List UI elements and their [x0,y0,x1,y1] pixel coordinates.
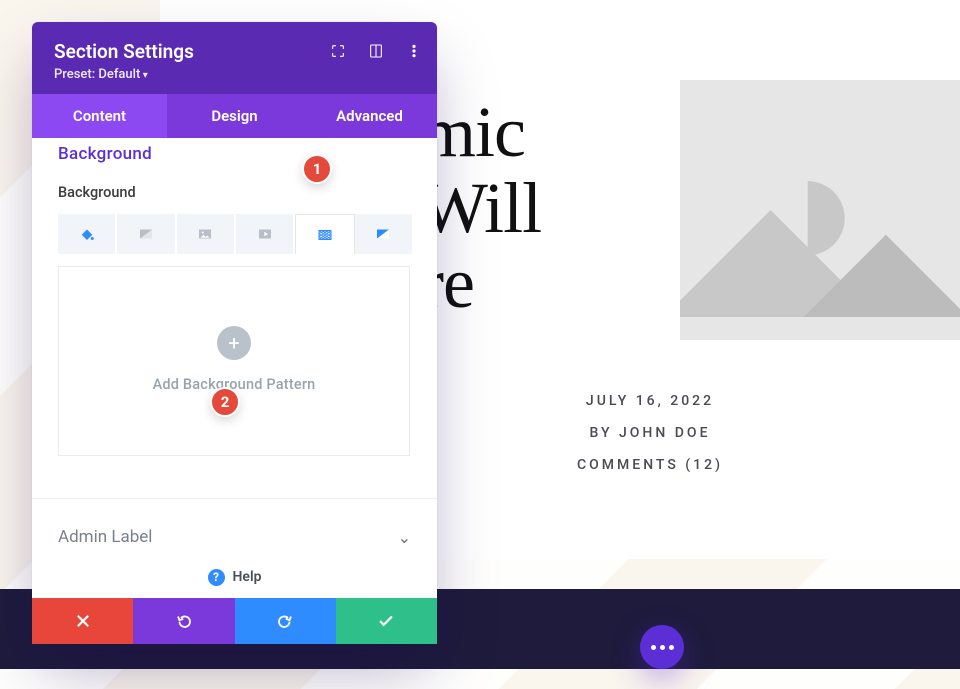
dot-icon [669,645,674,650]
add-background-pattern-button[interactable]: + [217,326,251,360]
background-type-tabs [58,214,412,254]
preset-dropdown[interactable]: Preset: Default [54,67,415,82]
bg-tab-mask[interactable] [355,214,412,254]
article-title-fragment: mic [420,95,541,171]
article-meta: JULY 16, 2022 BY JOHN DOE COMMENTS (12) [500,385,800,482]
meta-date: JULY 16, 2022 [500,385,800,417]
bg-tab-gradient[interactable] [117,214,176,254]
tab-advanced[interactable]: Advanced [302,94,437,138]
annotation-badge-1: 1 [302,154,332,184]
dot-icon [651,645,656,650]
panel-header[interactable]: Section Settings Preset: Default [32,22,437,94]
panel-body: Background Background [32,138,437,598]
help-row[interactable]: ? Help [32,556,437,598]
bg-tab-pattern[interactable] [295,214,354,254]
bg-tab-image[interactable] [177,214,236,254]
panel-tabs: Content Design Advanced [32,94,437,138]
accordion-background-header[interactable]: Background [58,144,152,164]
background-pattern-dropzone: + Add Background Pattern [58,266,410,456]
panel-action-bar [32,598,437,644]
admin-label-text: Admin Label [58,527,152,547]
tab-design[interactable]: Design [167,94,302,138]
article-title-fragment: Will [420,171,541,247]
confirm-button[interactable] [336,598,437,644]
bg-tab-video[interactable] [236,214,295,254]
tab-content[interactable]: Content [32,94,167,138]
meta-comments: COMMENTS (12) [500,449,800,481]
bg-tab-color[interactable] [58,214,117,254]
article-title-fragment: re [420,246,541,322]
help-icon: ? [208,569,225,586]
help-label: Help [233,569,262,585]
expand-icon[interactable] [329,42,347,60]
background-field-label: Background [58,184,136,201]
meta-author: BY JOHN DOE [500,417,800,449]
builder-fab-button[interactable] [640,625,684,669]
more-kebab-icon[interactable] [405,42,423,60]
article-title: mic Will re [420,95,541,322]
featured-image-placeholder [680,80,960,340]
responsive-icon[interactable] [367,42,385,60]
redo-button[interactable] [235,598,336,644]
chevron-down-icon: ⌄ [398,528,411,547]
cancel-button[interactable] [32,598,133,644]
dot-icon [660,645,665,650]
undo-button[interactable] [133,598,234,644]
annotation-badge-2: 2 [210,387,240,417]
section-settings-panel: Section Settings Preset: Default Content… [32,22,437,644]
